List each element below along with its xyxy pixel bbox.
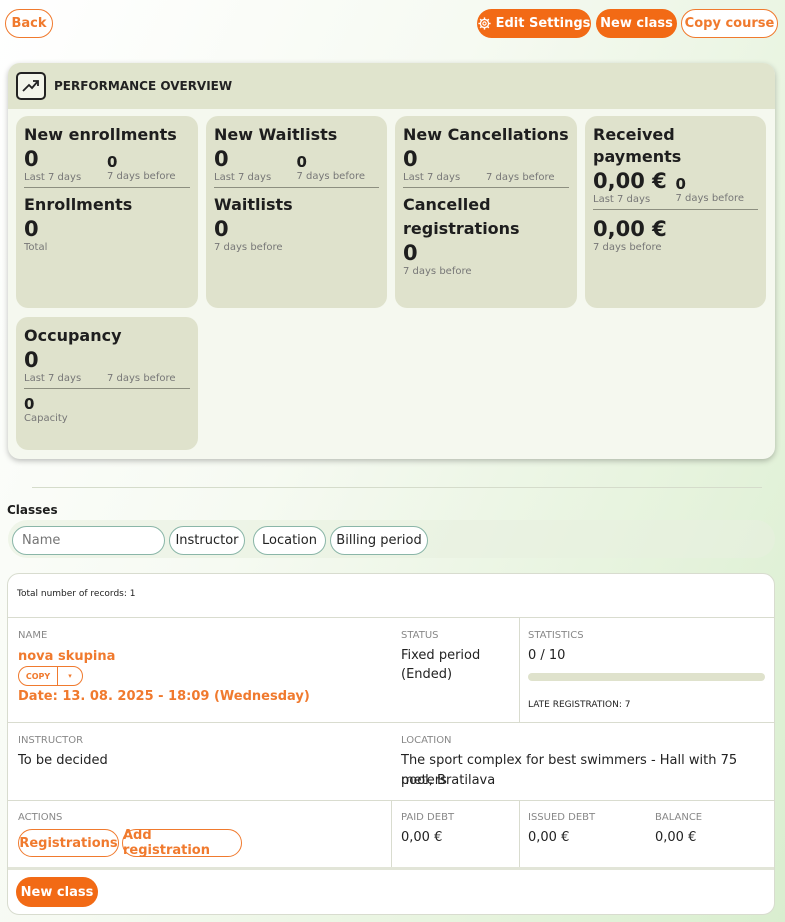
copy-button-group: COPY ▾ xyxy=(18,666,83,686)
location-column-label: LOCATION xyxy=(401,735,452,746)
status-column-label: STATUS xyxy=(401,630,439,641)
new-enrollments-last7-label: Last 7 days xyxy=(24,172,82,183)
instructor-column-label: INSTRUCTOR xyxy=(18,735,84,746)
received-payments-last7-label: Last 7 days xyxy=(593,194,651,205)
issued-debt-value: 0,00 € xyxy=(528,830,570,845)
add-registration-button[interactable]: Add registration xyxy=(122,828,242,858)
class-date: Date: 13. 08. 2025 - 18:09 (Wednesday) xyxy=(18,689,310,704)
name-filter-input[interactable] xyxy=(12,526,165,555)
new-cancellations-last7-label: Last 7 days xyxy=(403,172,461,183)
new-class-bottom-button[interactable]: New class xyxy=(16,877,98,907)
statistics-value: 0 / 10 xyxy=(528,648,566,663)
new-waitlists-card: New Waitlists 0 Last 7 days 0 7 days bef… xyxy=(206,116,387,308)
new-enrollments-before-label: 7 days before xyxy=(107,171,176,182)
enrollments-total-label: Total xyxy=(24,242,48,253)
performance-overview-title: PERFORMANCE OVERVIEW xyxy=(54,79,233,93)
new-cancellations-card: New Cancellations 0 Last 7 days 7 days b… xyxy=(395,116,577,308)
enrollments-value: 0 xyxy=(24,217,39,241)
instructor-filter[interactable]: Instructor xyxy=(169,526,245,555)
billing-period-filter[interactable]: Billing period xyxy=(330,526,428,555)
paid-debt-value: 0,00 € xyxy=(401,830,443,845)
class-name-link[interactable]: nova skupina xyxy=(18,649,115,664)
received-payments-before-label: 7 days before xyxy=(675,193,745,204)
issued-debt-column-label: ISSUED DEBT xyxy=(528,812,596,823)
new-waitlists-last7-label: Last 7 days xyxy=(214,172,272,183)
cancelled-registrations-title-2: registrations xyxy=(403,219,520,238)
new-cancellations-before-label: 7 days before xyxy=(486,172,555,183)
instructor-value: To be decided xyxy=(18,753,108,768)
new-enrollments-last7-value: 0 xyxy=(24,147,39,171)
new-enrollments-title: New enrollments xyxy=(24,125,177,144)
occupancy-capacity-label: Capacity xyxy=(24,413,68,424)
late-registration: LATE REGISTRATION: 7 xyxy=(528,700,631,710)
edit-settings-button[interactable]: Edit Settings xyxy=(477,9,591,38)
waitlists-title: Waitlists xyxy=(214,195,293,214)
received-payments-last7-value: 0,00 € xyxy=(593,169,667,193)
classes-label: Classes xyxy=(7,503,58,517)
new-waitlists-title: New Waitlists xyxy=(214,125,338,144)
cancelled-registrations-value: 0 xyxy=(403,241,418,265)
occupancy-last7-label: Last 7 days xyxy=(24,373,82,384)
new-cancellations-last7-value: 0 xyxy=(403,147,418,171)
back-button[interactable]: Back xyxy=(5,9,53,38)
copy-dropdown-icon[interactable]: ▾ xyxy=(58,667,82,685)
balance-column-label: BALANCE xyxy=(655,812,703,823)
name-column-label: NAME xyxy=(18,630,48,641)
cancelled-registrations-label: 7 days before xyxy=(403,266,472,277)
paid-debt-column-label: PAID DEBT xyxy=(401,812,455,823)
waitlists-value: 0 xyxy=(214,217,229,241)
divider xyxy=(32,487,762,488)
copy-course-button[interactable]: Copy course xyxy=(681,9,778,38)
copy-button[interactable]: COPY xyxy=(19,667,58,685)
received-payments-title: Received payments xyxy=(593,125,682,166)
total-records: Total number of records: 1 xyxy=(17,589,136,599)
received-payments-before-value: 0 xyxy=(675,175,686,193)
performance-overview-header: PERFORMANCE OVERVIEW xyxy=(8,63,775,109)
waitlists-label: 7 days before xyxy=(214,242,283,253)
location-filter[interactable]: Location xyxy=(253,526,326,555)
statistics-progress-bar xyxy=(528,673,765,681)
location-line-2: pool, Bratilava xyxy=(401,773,496,788)
new-enrollments-card: New enrollments 0 Last 7 days 0 7 days b… xyxy=(16,116,198,308)
received-payments-total-value: 0,00 € xyxy=(593,217,667,241)
occupancy-card: Occupancy 0 Last 7 days 7 days before 0 … xyxy=(16,317,198,450)
actions-column-label: ACTIONS xyxy=(18,812,63,823)
balance-value: 0,00 € xyxy=(655,830,697,845)
cancelled-registrations-title-1: Cancelled xyxy=(403,195,491,214)
occupancy-before-label: 7 days before xyxy=(107,373,176,384)
occupancy-capacity-value: 0 xyxy=(24,395,35,413)
new-enrollments-before-value: 0 xyxy=(107,153,118,171)
received-payments-total-label: 7 days before xyxy=(593,242,662,253)
classes-table: Total number of records: 1 NAME nova sku… xyxy=(7,573,775,915)
occupancy-last7-value: 0 xyxy=(24,348,39,372)
trending-up-icon xyxy=(16,72,46,100)
new-class-button[interactable]: New class xyxy=(596,9,677,38)
status-line-2: (Ended) xyxy=(401,667,453,682)
new-waitlists-before-value: 0 xyxy=(296,153,307,171)
edit-settings-label: Edit Settings xyxy=(495,16,591,31)
enrollments-title: Enrollments xyxy=(24,195,133,214)
registrations-button[interactable]: Registrations xyxy=(18,829,119,857)
new-waitlists-before-label: 7 days before xyxy=(296,171,366,182)
status-line-1: Fixed period xyxy=(401,648,481,663)
new-cancellations-title: New Cancellations xyxy=(403,125,569,144)
new-waitlists-last7-value: 0 xyxy=(214,147,229,171)
statistics-column-label: STATISTICS xyxy=(528,630,584,641)
performance-overview-panel: PERFORMANCE OVERVIEW New enrollments 0 L… xyxy=(8,63,775,459)
gear-icon xyxy=(478,17,491,30)
occupancy-title: Occupancy xyxy=(24,326,122,345)
received-payments-card: Received payments 0,00 € Last 7 days 0 7… xyxy=(585,116,766,308)
